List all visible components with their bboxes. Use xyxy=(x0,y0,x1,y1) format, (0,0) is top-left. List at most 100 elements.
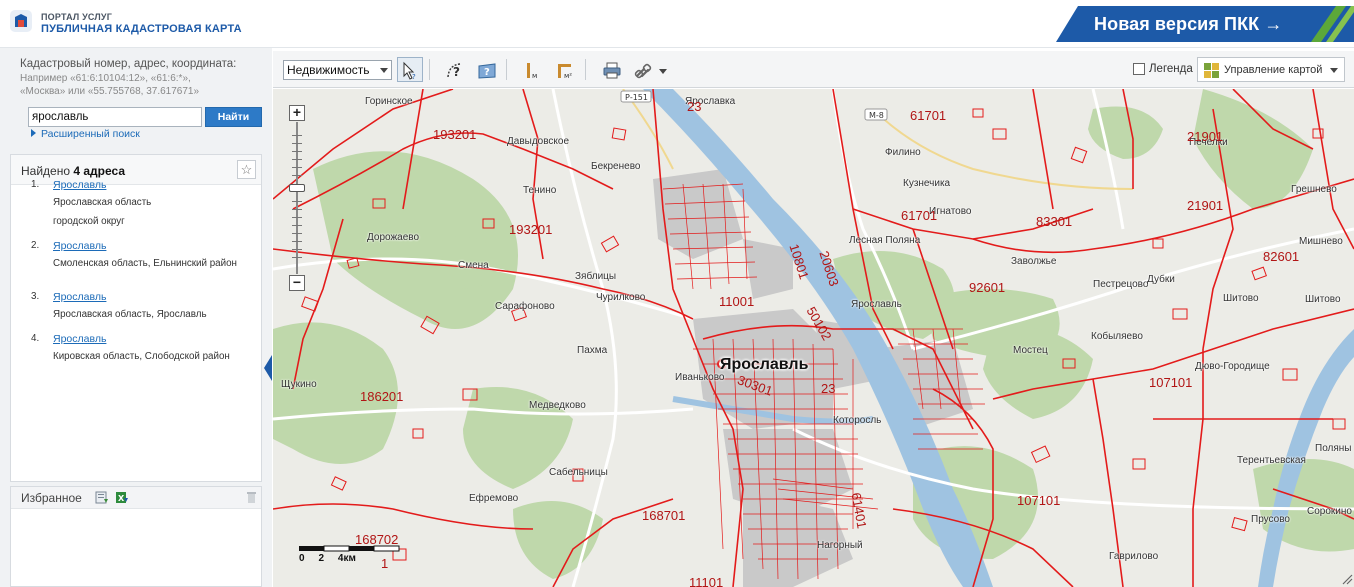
result-number: 3. xyxy=(31,291,40,302)
zoom-control: + − xyxy=(289,105,305,291)
new-version-label: Новая версия ПКК → xyxy=(1094,14,1283,34)
zoom-tick xyxy=(292,135,302,136)
export-favorites-icon[interactable] xyxy=(95,491,109,504)
svg-text:М-8: М-8 xyxy=(869,111,884,120)
place-label: Давыдовское xyxy=(507,136,570,147)
cadastral-label: 83301 xyxy=(1036,214,1073,229)
place-label: Медведково xyxy=(529,400,586,411)
result-link[interactable]: Ярославль xyxy=(53,291,106,303)
map-control-label: Управление картой xyxy=(1224,64,1323,76)
place-label: Грешнево xyxy=(1291,184,1337,195)
portal-title: ПОРТАЛ УСЛУГ xyxy=(41,12,112,22)
excel-export-icon[interactable]: X xyxy=(115,491,129,504)
svg-text:?: ? xyxy=(484,67,490,78)
scale-label: 0 2 4км xyxy=(299,553,356,564)
zoom-tick xyxy=(292,225,302,226)
measure-length-button[interactable]: м xyxy=(519,57,545,82)
area-ruler-icon: м² xyxy=(558,64,572,80)
cadastral-label: 11001 xyxy=(719,294,755,309)
layers-grid-icon xyxy=(1204,63,1219,78)
place-label: Гаврилово xyxy=(1109,551,1159,562)
cadastral-label: 23 xyxy=(821,381,836,396)
zoom-out-button[interactable]: − xyxy=(289,275,305,291)
trash-icon[interactable] xyxy=(246,491,257,504)
cadastral-label: 21901 xyxy=(1187,129,1224,144)
place-label: Кузнечика xyxy=(903,178,951,189)
result-link[interactable]: Ярославль xyxy=(53,179,106,191)
results-header: Найдено 4 адреса ☆ xyxy=(11,155,261,185)
portal-logo-icon[interactable] xyxy=(9,9,33,33)
results-title: Найдено 4 адреса xyxy=(21,164,125,178)
place-label: Терентьевская xyxy=(1237,455,1306,466)
result-link[interactable]: Ярославль xyxy=(53,333,106,345)
search-title: Кадастровый номер, адрес, координата: xyxy=(20,58,237,70)
measure-area-button[interactable]: м² xyxy=(551,57,577,82)
zoom-tick xyxy=(292,241,302,242)
place-label: Сабельницы xyxy=(549,467,608,478)
place-label: Бекренево xyxy=(591,161,641,172)
cadastral-label: 186201 xyxy=(360,389,404,404)
app-header: ПОРТАЛ УСЛУГ ПУБЛИЧНАЯ КАДАСТРОВАЯ КАРТА… xyxy=(0,0,1354,48)
ruler-icon: м xyxy=(527,63,537,80)
result-number: 1. xyxy=(31,179,40,190)
place-label: Дубки xyxy=(1147,274,1175,285)
cadastral-label: 21901 xyxy=(1187,198,1224,213)
search-input[interactable] xyxy=(28,107,202,127)
new-version-banner[interactable]: Новая версия ПКК → xyxy=(1056,6,1354,42)
search-hint-line1: Например «61:6:10104:12», «61:6:*», xyxy=(20,73,191,84)
zoom-in-button[interactable]: + xyxy=(289,105,305,121)
info-tool-button[interactable]: ? xyxy=(473,57,499,82)
place-label: Сарафоново xyxy=(495,301,555,312)
place-label: Шитово xyxy=(1305,294,1341,305)
advanced-search-label: Расширенный поиск xyxy=(41,128,140,140)
svg-text:м: м xyxy=(532,72,537,80)
layer-select-value: Недвижимость xyxy=(287,63,370,77)
layer-select[interactable]: Недвижимость xyxy=(283,60,392,80)
favorites-title: Избранное xyxy=(21,491,82,505)
map-control-dropdown[interactable]: Управление картой xyxy=(1197,57,1345,82)
scale-bar: 0 2 4км xyxy=(299,544,414,564)
place-label: Щукино xyxy=(281,379,317,390)
link-button[interactable] xyxy=(630,57,670,82)
find-button[interactable]: Найти xyxy=(205,107,262,127)
identify-tool-button[interactable]: ? xyxy=(441,57,467,82)
place-label: Дюво-Городище xyxy=(1195,361,1270,372)
result-link[interactable]: Ярославль xyxy=(53,240,106,252)
zoom-slider-thumb[interactable] xyxy=(289,184,305,192)
road-badge-m8: М-8 xyxy=(864,108,888,121)
place-label: Поляны xyxy=(1315,443,1352,454)
advanced-search-link[interactable]: Расширенный поиск xyxy=(31,128,140,140)
result-description: Ярославская область, Ярославль xyxy=(53,309,207,320)
place-label: Пахма xyxy=(577,345,608,356)
toolbar-separator xyxy=(506,59,507,80)
select-tool-button[interactable]: ? xyxy=(397,57,423,82)
svg-text:?: ? xyxy=(412,73,416,80)
zoom-tick xyxy=(292,209,302,210)
zoom-tick xyxy=(292,167,302,168)
map-view[interactable]: Р-151 М-8 Ярославка Горинское Давыдовско… xyxy=(273,89,1354,587)
cadastral-label: 82601 xyxy=(1263,249,1300,264)
zoom-tick xyxy=(292,159,302,160)
place-label: Мишнево xyxy=(1299,236,1343,247)
cadastral-label: 107101 xyxy=(1149,375,1193,390)
info-map-icon: ? xyxy=(478,63,496,79)
svg-text:м²: м² xyxy=(564,72,572,80)
place-label: Зяблицы xyxy=(575,271,617,282)
map-title[interactable]: ПУБЛИЧНАЯ КАДАСТРОВАЯ КАРТА xyxy=(41,23,242,35)
place-label: Смена xyxy=(458,260,489,271)
collapse-panel-handle[interactable] xyxy=(264,355,272,381)
svg-text:X: X xyxy=(118,494,125,503)
print-button[interactable] xyxy=(598,57,624,82)
identify-icon: ? xyxy=(447,63,461,79)
result-number: 2. xyxy=(31,240,40,251)
toolbar-separator xyxy=(429,59,430,80)
resize-corner-icon[interactable] xyxy=(1341,573,1353,585)
legend-checkbox[interactable] xyxy=(1133,63,1145,75)
zoom-track[interactable] xyxy=(296,122,298,274)
zoom-tick xyxy=(292,201,302,202)
place-label: Кобыляево xyxy=(1091,331,1143,342)
printer-icon xyxy=(603,62,621,79)
favorites-panel: Избранное X xyxy=(10,486,262,587)
left-panel: Кадастровый номер, адрес, координата: На… xyxy=(0,48,272,587)
star-icon[interactable]: ☆ xyxy=(237,160,256,179)
